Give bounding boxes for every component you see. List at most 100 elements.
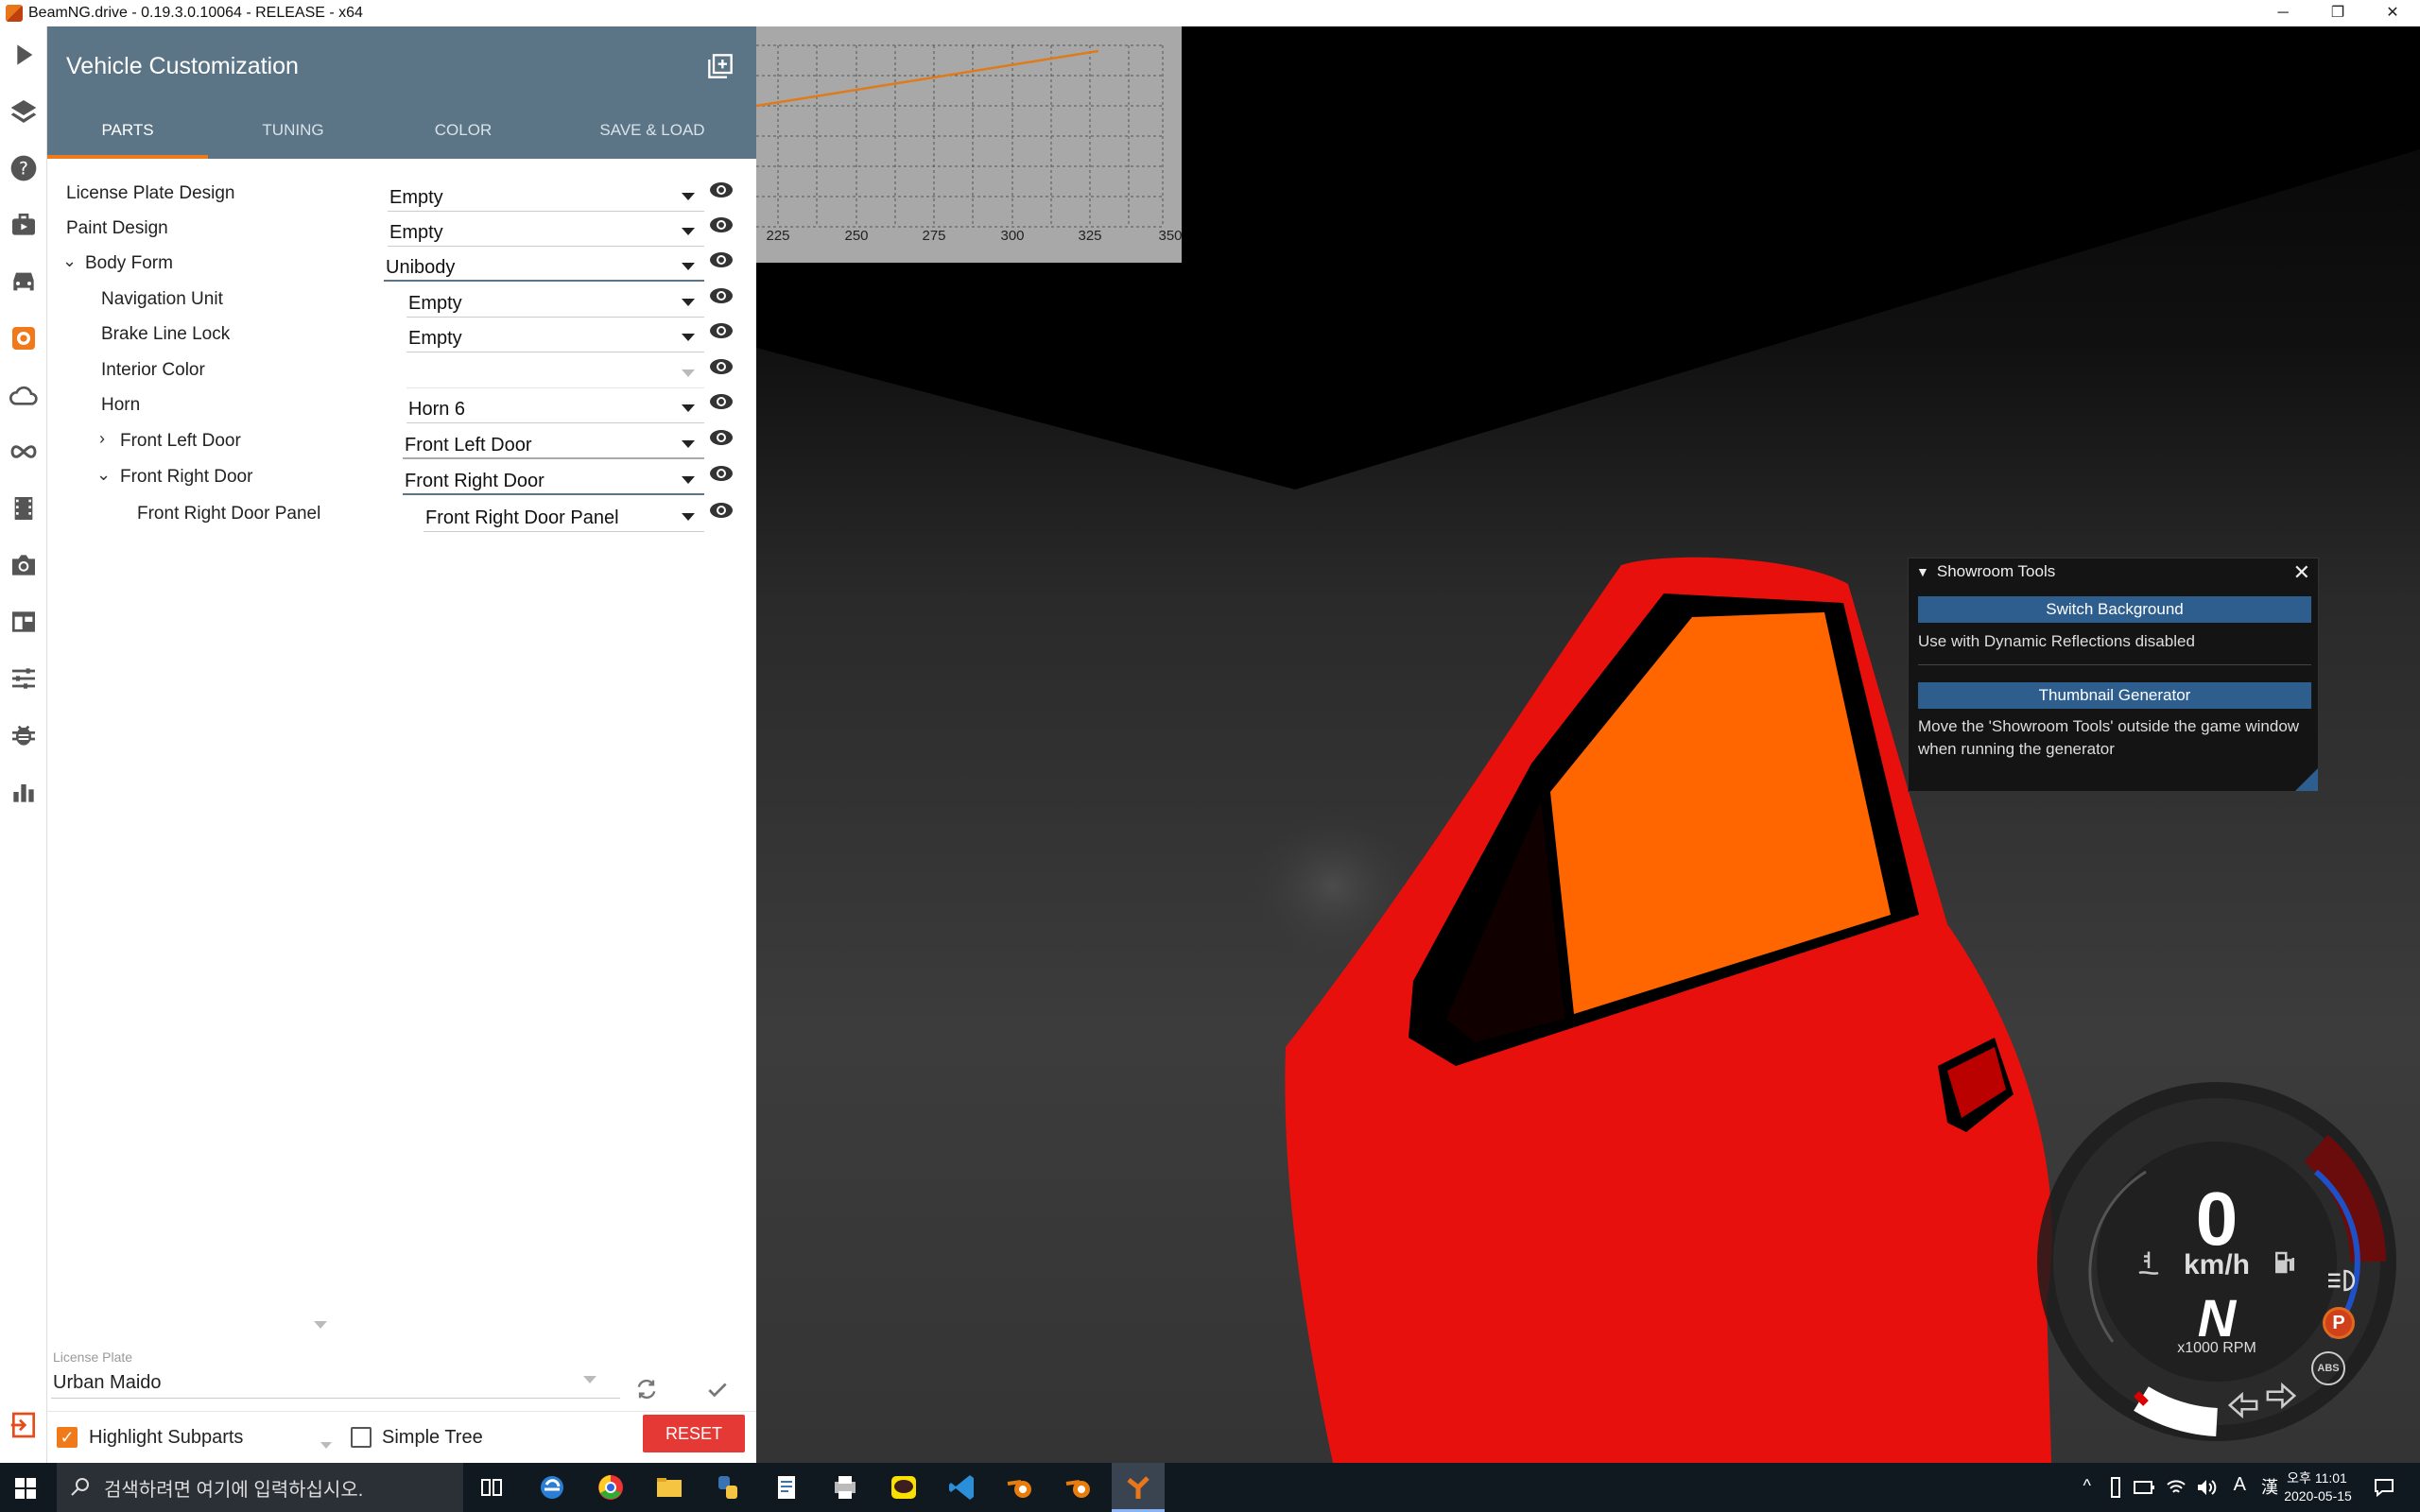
eye-icon[interactable]: [709, 465, 734, 482]
thumbnail-generator-button[interactable]: Thumbnail Generator: [1918, 682, 2311, 709]
close-icon[interactable]: ✕: [2293, 560, 2310, 585]
sidebar-item-campaigns[interactable]: [0, 197, 47, 253]
restore-button[interactable]: ❐: [2310, 0, 2365, 26]
gear-icon: [12, 327, 35, 350]
part-row: Front Right Door Panel Front Right Door …: [66, 498, 775, 532]
close-window-button[interactable]: ✕: [2365, 0, 2420, 26]
beamng-taskbar-icon: [1127, 1476, 1150, 1499]
windows-start-icon[interactable]: [15, 1478, 36, 1499]
battery-icon[interactable]: [2133, 1478, 2155, 1497]
sidebar-item-debug[interactable]: [0, 707, 47, 764]
printer-app-icon[interactable]: [828, 1470, 862, 1504]
panel-header: Vehicle Customization PARTS TUNING COLOR…: [47, 26, 756, 159]
resize-grip[interactable]: [2295, 768, 2318, 791]
sidebar-item-environment[interactable]: [0, 423, 47, 480]
simple-tree-checkbox[interactable]: [351, 1427, 372, 1448]
sidebar-item-vehicle-config[interactable]: [0, 310, 47, 367]
blender-icon-2[interactable]: [1063, 1470, 1097, 1504]
eye-icon[interactable]: [709, 181, 734, 198]
file-explorer-icon[interactable]: [652, 1470, 686, 1504]
edge-browser-icon[interactable]: [535, 1470, 569, 1504]
collapse-chevron-icon[interactable]: ⌄: [96, 465, 111, 485]
eye-icon[interactable]: [709, 358, 734, 375]
notification-icon[interactable]: [2373, 1476, 2395, 1499]
tab-parts[interactable]: PARTS: [47, 102, 208, 159]
eye-icon[interactable]: [709, 393, 734, 410]
sidebar-item-performance[interactable]: [0, 764, 47, 820]
usb-icon[interactable]: [2106, 1476, 2125, 1499]
python-icon[interactable]: [711, 1470, 745, 1504]
eye-icon[interactable]: [709, 287, 734, 304]
part-row: Horn Horn 6: [66, 389, 775, 423]
reset-button[interactable]: RESET: [643, 1415, 745, 1452]
help-icon: ?: [10, 155, 37, 181]
eye-icon[interactable]: [709, 502, 734, 519]
clock-date[interactable]: 2020-05-15: [2280, 1488, 2356, 1503]
part-select-value: Empty: [408, 293, 462, 314]
minimize-button[interactable]: ─: [2256, 0, 2310, 26]
blender-icon[interactable]: [1004, 1470, 1038, 1504]
taskbar-search-box[interactable]: 검색하려면 여기에 입력하십시오.: [57, 1463, 463, 1512]
sidebar-item-repository[interactable]: [0, 367, 47, 423]
part-select-disabled: [406, 362, 704, 388]
right-turn-signal-icon: [2266, 1382, 2297, 1410]
tab-save-load[interactable]: SAVE & LOAD: [548, 102, 756, 159]
license-plate-input[interactable]: Urban Maido: [51, 1366, 620, 1399]
eye-icon[interactable]: [709, 251, 734, 268]
check-icon[interactable]: [705, 1378, 730, 1402]
sidebar-item-help[interactable]: ?: [0, 140, 47, 197]
wifi-icon[interactable]: [2165, 1476, 2187, 1499]
refresh-icon[interactable]: [633, 1376, 660, 1402]
sidebar-item-photo[interactable]: [0, 537, 47, 593]
sidebar-item-play[interactable]: [0, 26, 47, 83]
tab-color[interactable]: COLOR: [378, 102, 548, 159]
expand-chevron-icon[interactable]: ›: [99, 429, 105, 449]
part-select[interactable]: Empty: [406, 291, 704, 318]
sidebar-item-apps[interactable]: [0, 593, 47, 650]
part-row: License Plate Design Empty: [66, 178, 775, 212]
ime-mode-indicator[interactable]: A: [2234, 1474, 2246, 1496]
hanja-key-indicator[interactable]: 漢: [2261, 1474, 2278, 1499]
collapse-chevron-icon[interactable]: ⌄: [62, 251, 77, 271]
sidebar-item-exit[interactable]: [0, 1397, 47, 1453]
switch-background-button[interactable]: Switch Background: [1918, 596, 2311, 623]
chevron-down-icon: [682, 404, 695, 412]
highlight-subparts-checkbox[interactable]: ✓: [57, 1427, 78, 1448]
part-select[interactable]: Front Right Door Panel: [424, 506, 704, 532]
sidebar-item-vehicles[interactable]: [0, 253, 47, 310]
clock-time[interactable]: 오후 11:01: [2284, 1469, 2350, 1487]
tray-expand-chevron-icon[interactable]: ^: [2083, 1476, 2091, 1496]
volume-icon[interactable]: [2195, 1476, 2218, 1499]
part-select[interactable]: Empty: [388, 220, 704, 247]
eye-icon[interactable]: [709, 429, 734, 446]
tab-tuning[interactable]: TUNING: [208, 102, 378, 159]
part-label: Horn: [101, 395, 141, 415]
eye-icon[interactable]: [709, 216, 734, 233]
panel-tabs: PARTS TUNING COLOR SAVE & LOAD: [47, 102, 756, 159]
part-select[interactable]: Unibody: [384, 255, 704, 282]
bug-icon: [12, 725, 35, 746]
part-select[interactable]: Empty: [406, 326, 704, 352]
part-select[interactable]: Front Left Door: [403, 433, 704, 459]
collapse-triangle-icon[interactable]: ▼: [1916, 564, 1929, 579]
sidebar-item-scenarios[interactable]: [0, 83, 47, 140]
kakaotalk-icon[interactable]: [887, 1470, 921, 1504]
speedometer-gauge: 0 km/h N x1000 RPM P ABS: [2032, 1068, 2420, 1465]
part-select[interactable]: Horn 6: [406, 397, 704, 423]
sidebar-item-replay[interactable]: [0, 480, 47, 537]
svg-text:?: ?: [19, 160, 28, 180]
sidebar-item-options[interactable]: [0, 650, 47, 707]
eye-icon[interactable]: [709, 322, 734, 339]
taskbar-active-app[interactable]: [1112, 1463, 1165, 1512]
vscode-icon[interactable]: [945, 1470, 979, 1504]
left-sidebar: ?: [0, 26, 47, 1463]
popout-icon[interactable]: [707, 53, 734, 79]
showroom-header[interactable]: ▼ Showroom Tools ✕: [1909, 558, 2318, 585]
part-select[interactable]: Front Right Door: [403, 469, 704, 495]
part-row: Navigation Unit Empty: [66, 284, 775, 318]
task-view-icon[interactable]: [475, 1470, 509, 1504]
part-select[interactable]: Empty: [388, 185, 704, 212]
coolant-temp-icon: [2138, 1251, 2159, 1275]
notepad-icon[interactable]: [769, 1470, 804, 1504]
chrome-browser-icon[interactable]: [594, 1470, 628, 1504]
